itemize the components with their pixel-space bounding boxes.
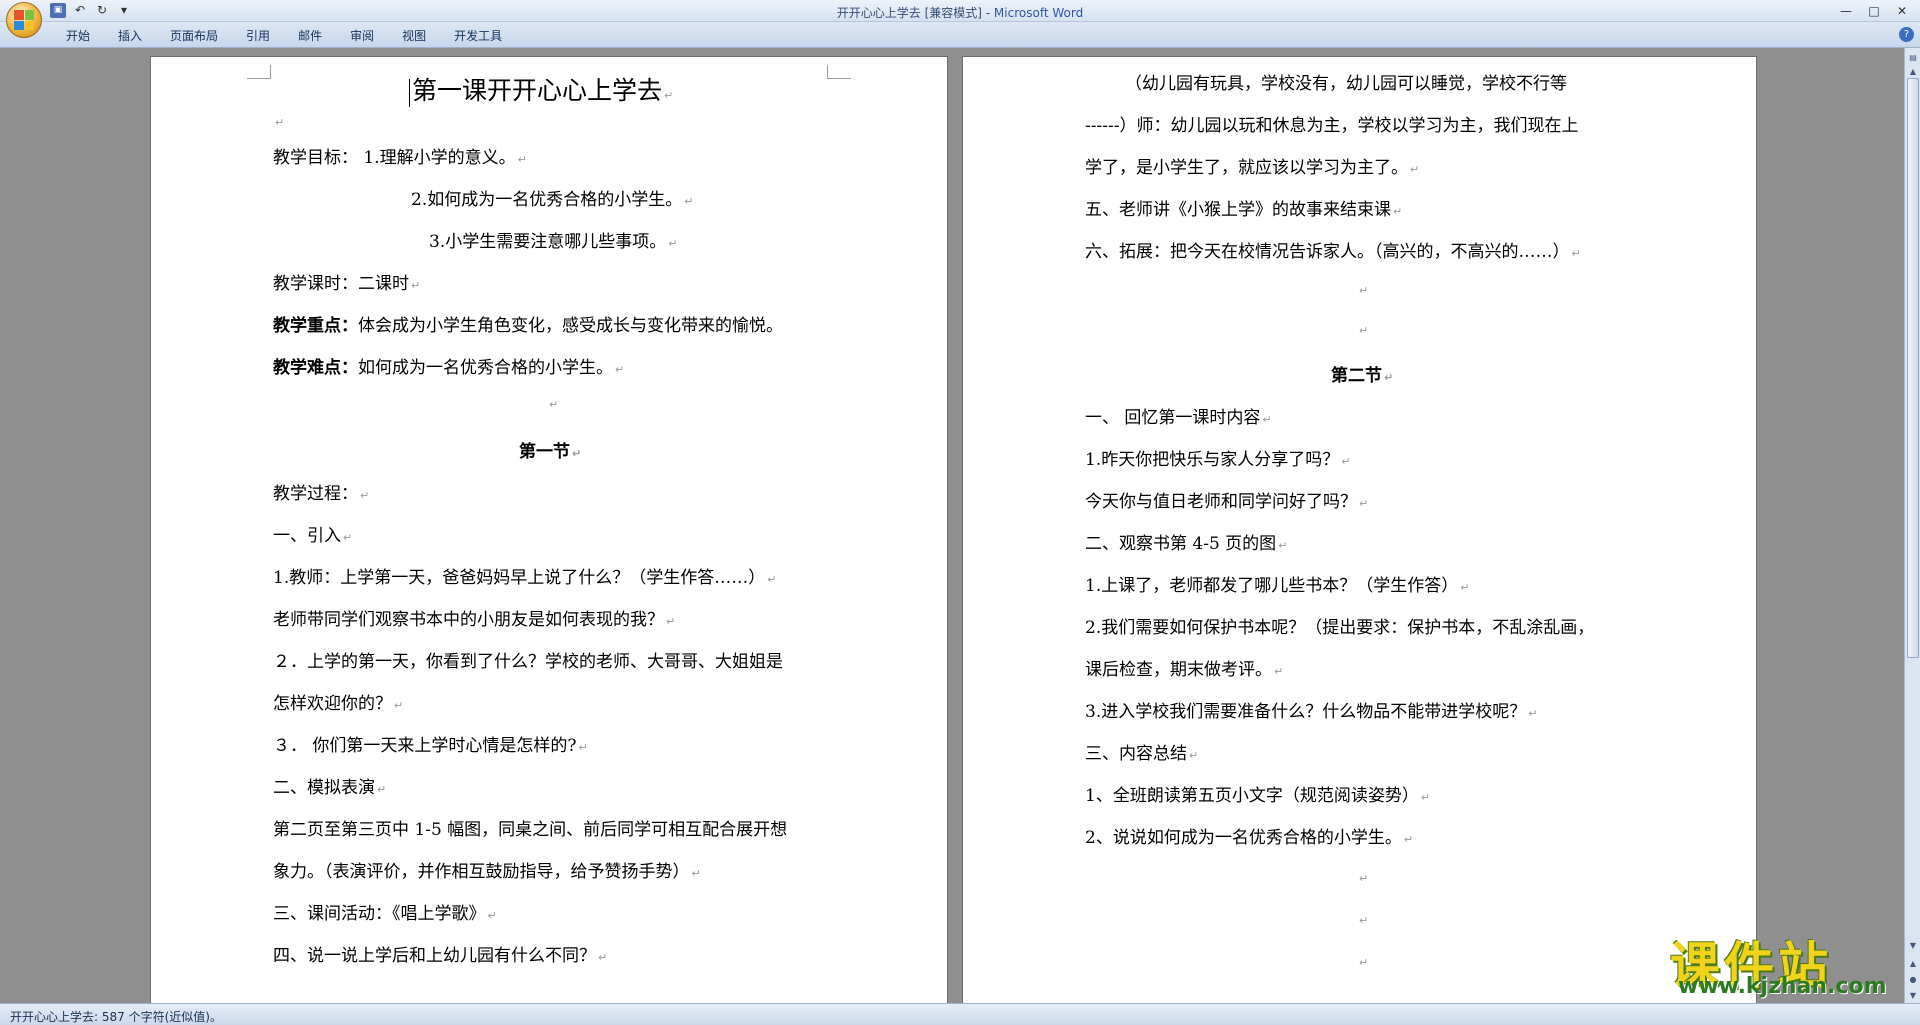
tab-insert[interactable]: 插入 [104, 27, 156, 44]
ribbon-tabs: 开始 插入 页面布局 引用 邮件 审阅 视图 开发工具 [52, 27, 516, 44]
observe-q2b: 课后检查，期末做考评。 ↵ [1085, 660, 1284, 680]
crop-mark [247, 65, 271, 79]
right-line-2: ------）师：幼儿园以玩和休息为主，学校以学习为主，我们现在上 [1085, 116, 1579, 136]
recall-q2: 今天你与值日老师和同学问好了吗？ ↵ [1085, 492, 1369, 512]
select-browse-object-icon[interactable]: ● [1906, 972, 1920, 988]
text-cursor [409, 78, 410, 107]
process-line: 教学过程： ↵ [273, 484, 370, 504]
page-left[interactable]: 第一课开开心心上学去 ↵ ↵ 教学目标： 1.理解小学的意义。 ↵ 2.如何成为一名… [150, 56, 948, 1003]
observe-q2: 2.我们需要如何保护书本呢？（提出要求：保护书本，不乱涂乱画， [1085, 618, 1595, 638]
objective-3: 3.小学生需要注意哪儿些事项。 ↵ [429, 232, 678, 252]
right-line-3: 学了，是小学生了，就应该以学习为主了。 ↵ [1085, 158, 1420, 178]
part-2-text: 第二页至第三页中 1-5 幅图，同桌之间、前后同学可相互配合展开想 [273, 820, 788, 840]
part-2-heading: 二、模拟表演 ↵ [273, 778, 387, 798]
empty-paragraph: ↵ [1359, 956, 1369, 969]
title-bar: ▣ ↶ ↻ ▾ 开开心心上学去 [兼容模式] - Microsoft Word … [0, 0, 1920, 38]
summary-2: 2、说说如何成为一名优秀合格的小学生。 ↵ [1085, 828, 1414, 848]
observe-q1: 1.上课了，老师都发了哪儿些书本？（学生作答） ↵ [1085, 576, 1470, 596]
tab-developer[interactable]: 开发工具 [440, 27, 516, 44]
close-button[interactable]: ✕ [1888, 2, 1916, 20]
part-3-heading: 三、课间活动：《唱上学歌》 ↵ [273, 904, 497, 924]
empty-paragraph: ↵ [1359, 872, 1369, 885]
window-controls: — □ ✕ [1832, 2, 1916, 20]
lesson-title: 第一课开开心心上学去 ↵ [409, 71, 673, 107]
right-line-5: 六、拓展：把今天在校情况告诉家人。（高兴的，不高兴的……） ↵ [1085, 242, 1581, 262]
empty-paragraph: ↵ [1359, 914, 1369, 927]
right-line-1: （幼儿园有玩具，学校没有，幼儿园可以睡觉，学校不行等 [1125, 74, 1567, 94]
tab-page-layout[interactable]: 页面布局 [156, 27, 232, 44]
right-line-4: 五、老师讲《小猴上学》的故事来结束课 ↵ [1085, 200, 1403, 220]
office-logo-icon [14, 10, 34, 30]
question-1b: 老师带同学们观察书本中的小朋友是如何表现的我？ ↵ [273, 610, 676, 630]
maximize-button[interactable]: □ [1860, 2, 1888, 20]
window-title: 开开心心上学去 [兼容模式] - Microsoft Word [0, 4, 1920, 21]
next-page-icon[interactable]: ▼ [1906, 988, 1920, 1004]
summary-heading: 三、内容总结 ↵ [1085, 744, 1199, 764]
scroll-down-icon[interactable]: ▼ [1906, 938, 1920, 954]
objective-2: 2.如何成为一名优秀合格的小学生。 ↵ [411, 190, 694, 210]
question-3: ３． 你们第一天来上学时心情是怎样的? ↵ [273, 736, 588, 756]
hours-line: 教学课时：二课时 ↵ [273, 274, 421, 294]
previous-page-icon[interactable]: ▲ [1906, 956, 1920, 972]
scroll-thumb[interactable] [1907, 78, 1919, 658]
tab-references[interactable]: 引用 [232, 27, 284, 44]
word-count-status[interactable]: 开开心心上学去: 587 个字符(近似值)。 [10, 1008, 222, 1025]
part-2-text-b: 象力。（表演评价，并作相互鼓励指导，给予赞扬手势） ↵ [273, 862, 701, 882]
recall-q1: 1.昨天你把快乐与家人分享了吗？ ↵ [1085, 450, 1351, 470]
office-button[interactable] [6, 2, 42, 38]
ribbon-tab-bar: 开始 插入 页面布局 引用 邮件 审阅 视图 开发工具 ? [0, 22, 1920, 48]
minimize-button[interactable]: — [1832, 2, 1860, 20]
section-1-heading: 第一节 ↵ [519, 442, 582, 462]
difficulty-line: 教学难点：如何成为一名优秀合格的小学生。 ↵ [273, 358, 625, 378]
section-2-heading: 第二节 ↵ [1331, 366, 1394, 386]
crop-mark [827, 65, 851, 79]
empty-paragraph: ↵ [1359, 324, 1369, 337]
recall-heading: 一、 回忆第一课时内容 ↵ [1085, 408, 1272, 428]
empty-paragraph: ↵ [1359, 284, 1369, 297]
page-right[interactable]: （幼儿园有玩具，学校没有，幼儿园可以睡觉，学校不行等 ------）师：幼儿园以… [962, 56, 1757, 1003]
intro-heading: 一、引入 ↵ [273, 526, 353, 546]
document-title: 开开心心上学去 [兼容模式] - [836, 6, 994, 20]
objectives-line: 教学目标： 1.理解小学的意义。 ↵ [273, 148, 527, 168]
tab-review[interactable]: 审阅 [336, 27, 388, 44]
focus-line: 教学重点：体会成为小学生角色变化，感受成长与变化带来的愉悦。 [273, 316, 783, 336]
question-2b: 怎样欢迎你的？ ↵ [273, 694, 404, 714]
question-1: 1.教师：上学第一天，爸爸妈妈早上说了什么？（学生作答……） ↵ [273, 568, 777, 588]
help-icon[interactable]: ? [1899, 27, 1914, 42]
document-area: 第一课开开心心上学去 ↵ ↵ 教学目标： 1.理解小学的意义。 ↵ 2.如何成为一名… [0, 48, 1904, 1003]
tab-mailings[interactable]: 邮件 [284, 27, 336, 44]
empty-paragraph: ↵ [275, 116, 285, 129]
app-name: Microsoft Word [993, 6, 1084, 20]
empty-paragraph: ↵ [549, 398, 559, 411]
part-4-heading: 四、说一说上学后和上幼儿园有什么不同？ ↵ [273, 946, 608, 966]
vertical-scrollbar[interactable]: ▤ ▲ ▼ ▲ ● ▼ [1904, 48, 1920, 1003]
question-2: ２．上学的第一天，你看到了什么？学校的老师、大哥哥、大姐姐是 [273, 652, 783, 672]
observe-q3: 3.进入学校我们需要准备什么？什么物品不能带进学校呢？ ↵ [1085, 702, 1538, 722]
watermark-url: www.kjzhan.com [1678, 974, 1887, 999]
tab-view[interactable]: 视图 [388, 27, 440, 44]
status-bar: 开开心心上学去: 587 个字符(近似值)。 [0, 1003, 1920, 1025]
observe-heading: 二、观察书第 4-5 页的图 ↵ [1085, 534, 1288, 554]
tab-home[interactable]: 开始 [52, 27, 104, 44]
summary-1: 1、全班朗读第五页小文字（规范阅读姿势） ↵ [1085, 786, 1431, 806]
